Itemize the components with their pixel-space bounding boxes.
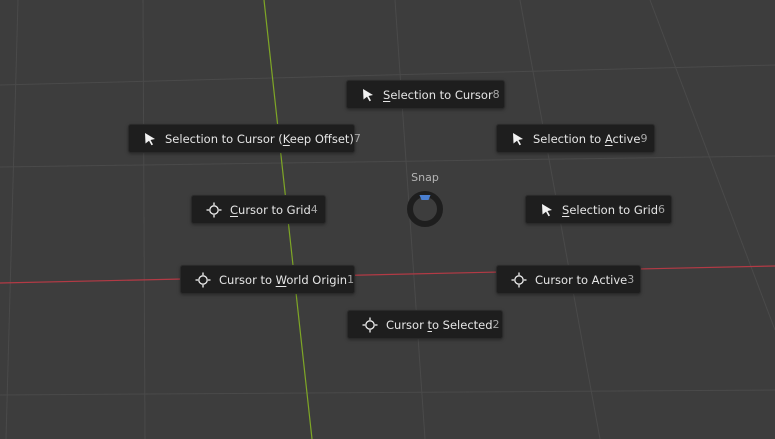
x-axis-line <box>0 265 775 284</box>
pie-item-cursor-to-active[interactable]: Cursor to Active 3 <box>496 265 641 294</box>
pie-item-selection-to-active[interactable]: Selection to Active 9 <box>496 124 655 153</box>
pie-item-cursor-to-selected[interactable]: Cursor to Selected 2 <box>347 310 503 339</box>
pie-direction-ring <box>407 191 443 227</box>
pie-item-selection-to-cursor[interactable]: Selection to Cursor 8 <box>346 80 505 109</box>
3d-cursor-icon <box>195 272 211 288</box>
pie-item-label: Cursor to World Origin <box>219 272 348 287</box>
pie-item-shortcut: 4 <box>310 203 318 216</box>
cursor-arrow-icon <box>540 202 554 218</box>
pie-item-label: Selection to Active <box>533 131 641 146</box>
pie-item-shortcut: 3 <box>627 273 635 286</box>
pie-item-shortcut: 7 <box>353 132 361 145</box>
pie-item-label: Selection to Cursor <box>383 87 493 102</box>
pie-item-shortcut: 8 <box>492 88 500 101</box>
cursor-arrow-icon <box>143 131 157 147</box>
pie-item-cursor-to-grid[interactable]: Cursor to Grid 4 <box>191 195 326 224</box>
pie-item-shortcut: 6 <box>658 203 665 216</box>
3d-cursor-icon <box>206 202 222 218</box>
pie-item-label: Cursor to Active <box>535 272 628 287</box>
cursor-arrow-icon <box>361 87 375 103</box>
pie-item-label: Cursor to Selected <box>386 317 493 332</box>
pie-item-label: Selection to Grid <box>562 202 658 217</box>
pie-item-label: Selection to Cursor (Keep Offset) <box>165 131 354 146</box>
pie-item-shortcut: 9 <box>640 132 648 145</box>
pie-menu-title: Snap <box>411 171 439 184</box>
cursor-arrow-icon <box>511 131 525 147</box>
pie-item-cursor-to-world-origin[interactable]: Cursor to World Origin 1 <box>180 265 355 294</box>
pie-direction-indicator <box>419 195 431 200</box>
pie-item-selection-to-cursor-keep-offset[interactable]: Selection to Cursor (Keep Offset) 7 <box>128 124 361 153</box>
3d-cursor-icon <box>511 272 527 288</box>
pie-item-shortcut: 2 <box>492 318 500 331</box>
pie-item-label: Cursor to Grid <box>230 202 311 217</box>
3d-cursor-icon <box>362 317 378 333</box>
pie-item-shortcut: 1 <box>347 273 355 286</box>
pie-item-selection-to-grid[interactable]: Selection to Grid 6 <box>525 195 672 224</box>
